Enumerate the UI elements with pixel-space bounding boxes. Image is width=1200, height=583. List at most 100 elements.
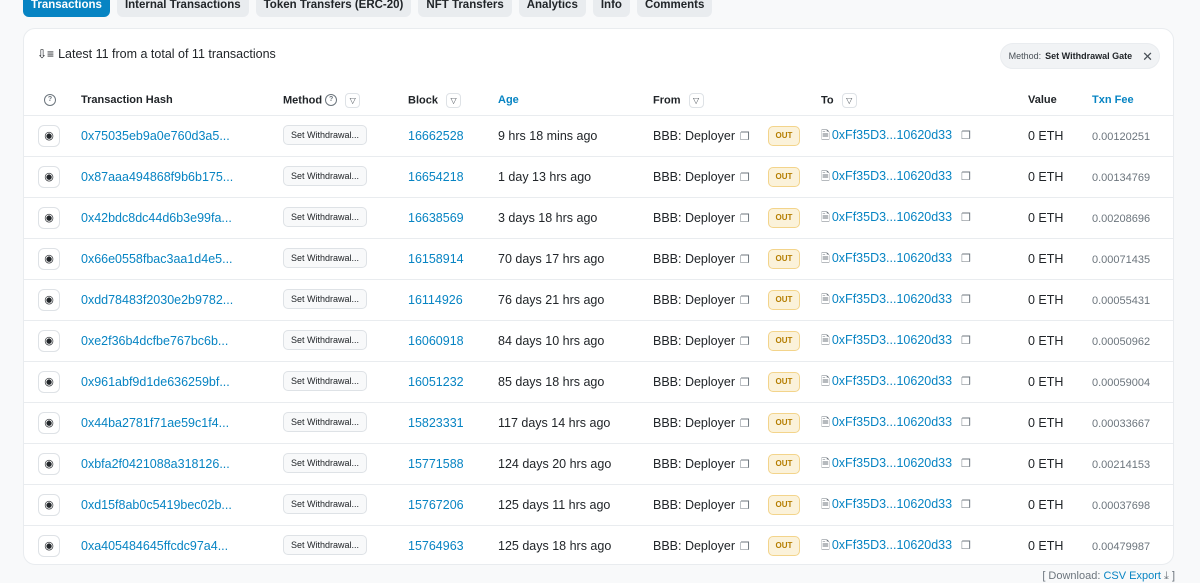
method-filter-icon[interactable]: ▽ [345,92,361,108]
copy-from-icon[interactable]: ❐ [740,294,750,307]
view-details-eye-icon[interactable]: ◉ [38,494,60,516]
transaction-hash-link[interactable]: 0xa405484645ffcdc97a4... [81,539,228,553]
view-details-eye-icon[interactable]: ◉ [38,412,60,434]
transaction-hash-link[interactable]: 0x66e0558fbac3aa1d4e5... [81,252,233,266]
tab-info[interactable]: Info [592,0,630,17]
copy-from-icon[interactable]: ❐ [740,130,750,143]
copy-to-icon[interactable]: ❐ [961,416,971,429]
copy-to-icon[interactable]: ❐ [961,498,971,511]
to-address-link[interactable]: 0xFf35D3...10620d33 [832,456,952,470]
to-filter-icon[interactable]: ▽ [841,92,857,108]
from-address[interactable]: BBB: Deployer [653,170,735,184]
copy-from-icon[interactable]: ❐ [740,212,750,225]
to-address-link[interactable]: 0xFf35D3...10620d33 [832,333,952,347]
view-details-eye-icon[interactable]: ◉ [38,207,60,229]
to-address-link[interactable]: 0xFf35D3...10620d33 [832,169,952,183]
view-details-eye-icon[interactable]: ◉ [38,289,60,311]
method-help-icon[interactable]: ? [325,94,338,106]
from-address[interactable]: BBB: Deployer [653,498,735,512]
hash-cell: 0x87aaa494868f9b6b175... [81,156,283,198]
copy-to-icon[interactable]: ❐ [961,457,971,470]
block-link[interactable]: 16114926 [408,293,463,307]
copy-from-icon[interactable]: ❐ [740,376,750,389]
out-badge: OUT [768,290,800,310]
view-details-eye-icon[interactable]: ◉ [38,166,60,188]
copy-from-icon[interactable]: ❐ [740,458,750,471]
copy-from-icon[interactable]: ❐ [740,335,750,348]
age-label[interactable]: Age [498,94,519,106]
from-address[interactable]: BBB: Deployer [653,129,735,143]
copy-from-icon[interactable]: ❐ [740,417,750,430]
transaction-hash-link[interactable]: 0xdd78483f2030e2b9782... [81,293,233,307]
from-address[interactable]: BBB: Deployer [653,252,735,266]
copy-to-icon[interactable]: ❐ [961,170,971,183]
transaction-hash-link[interactable]: 0x42bdc8dc44d6b3e99fa... [81,211,232,225]
from-address[interactable]: BBB: Deployer [653,375,735,389]
copy-to-icon[interactable]: ❐ [961,293,971,306]
to-address-link[interactable]: 0xFf35D3...10620d33 [832,374,952,388]
tab-token-transfers[interactable]: Token Transfers (ERC-20) [255,0,412,17]
copy-to-icon[interactable]: ❐ [961,539,971,552]
copy-from-icon[interactable]: ❐ [740,540,750,553]
view-details-eye-icon[interactable]: ◉ [38,125,60,147]
age-text: 70 days 17 hrs ago [498,252,605,266]
view-details-eye-icon[interactable]: ◉ [38,371,60,393]
from-address[interactable]: BBB: Deployer [653,334,735,348]
transaction-hash-link[interactable]: 0x961abf9d1de636259bf... [81,375,230,389]
from-address[interactable]: BBB: Deployer [653,416,735,430]
view-details-eye-icon[interactable]: ◉ [38,535,60,557]
help-icon[interactable]: ? [44,94,56,107]
copy-from-icon[interactable]: ❐ [740,171,750,184]
view-details-eye-icon[interactable]: ◉ [38,248,60,270]
from-address[interactable]: BBB: Deployer [653,293,735,307]
copy-to-icon[interactable]: ❐ [961,334,971,347]
from-filter-icon[interactable]: ▽ [688,92,704,108]
transaction-hash-link[interactable]: 0x44ba2781f71ae59c1f4... [81,416,229,430]
copy-to-icon[interactable]: ❐ [961,129,971,142]
block-link[interactable]: 16638569 [408,211,464,225]
to-address-link[interactable]: 0xFf35D3...10620d33 [832,128,952,142]
block-link[interactable]: 16158914 [408,252,464,266]
from-address[interactable]: BBB: Deployer [653,457,735,471]
from-address[interactable]: BBB: Deployer [653,211,735,225]
copy-to-icon[interactable]: ❐ [961,211,971,224]
block-link[interactable]: 16654218 [408,170,464,184]
clear-filter-icon[interactable]: ✕ [1142,50,1153,63]
from-address[interactable]: BBB: Deployer [653,539,735,553]
tab-comments[interactable]: Comments [636,0,713,17]
to-address-link[interactable]: 0xFf35D3...10620d33 [832,251,952,265]
block-link[interactable]: 15823331 [408,416,464,430]
view-details-eye-icon[interactable]: ◉ [38,453,60,475]
block-filter-icon[interactable]: ▽ [446,92,462,108]
transaction-hash-link[interactable]: 0x87aaa494868f9b6b175... [81,170,233,184]
header-txn-fee[interactable]: Txn Fee [1092,85,1173,116]
block-link[interactable]: 15764963 [408,539,464,553]
block-link[interactable]: 15767206 [408,498,464,512]
copy-to-icon[interactable]: ❐ [961,252,971,265]
tab-analytics[interactable]: Analytics [518,0,586,17]
tab-nft-transfers[interactable]: NFT Transfers [418,0,512,17]
transaction-hash-link[interactable]: 0x75035eb9a0e760d3a5... [81,129,230,143]
block-link[interactable]: 15771588 [408,457,464,471]
copy-to-icon[interactable]: ❐ [961,375,971,388]
block-link[interactable]: 16662528 [408,129,464,143]
transaction-hash-link[interactable]: 0xbfa2f0421088a318126... [81,457,230,471]
to-address-link[interactable]: 0xFf35D3...10620d33 [832,210,952,224]
tab-transactions[interactable]: Transactions [23,0,110,17]
block-link[interactable]: 16051232 [408,375,464,389]
to-address-link[interactable]: 0xFf35D3...10620d33 [832,292,952,306]
csv-export-link[interactable]: CSV Export [1103,570,1160,582]
transaction-hash-link[interactable]: 0xe2f36b4dcfbe767bc6b... [81,334,228,348]
to-address-link[interactable]: 0xFf35D3...10620d33 [832,497,952,511]
txn-fee-label[interactable]: Txn Fee [1092,94,1134,106]
header-age[interactable]: Age [498,85,653,116]
block-link[interactable]: 16060918 [408,334,464,348]
view-details-eye-icon[interactable]: ◉ [38,330,60,352]
copy-from-icon[interactable]: ❐ [740,499,750,512]
transaction-hash-link[interactable]: 0xd15f8ab0c5419bec02b... [81,498,232,512]
to-address-link[interactable]: 0xFf35D3...10620d33 [832,415,952,429]
copy-from-icon[interactable]: ❐ [740,253,750,266]
download-icon[interactable]: ⤓ [1164,570,1169,582]
tab-internal-transactions[interactable]: Internal Transactions [116,0,249,17]
to-address-link[interactable]: 0xFf35D3...10620d33 [832,538,952,552]
